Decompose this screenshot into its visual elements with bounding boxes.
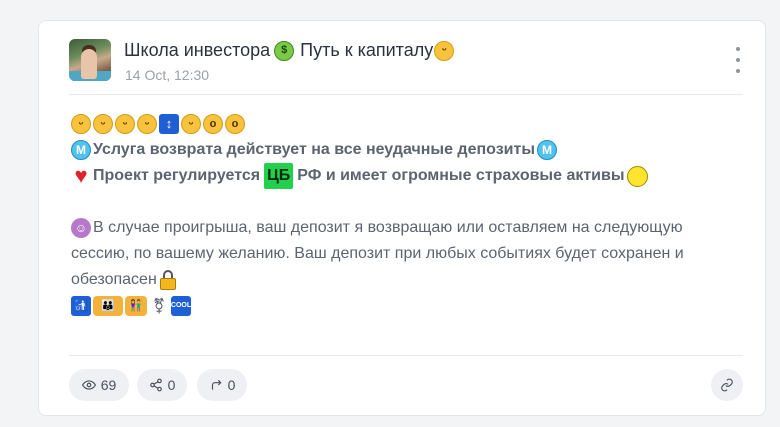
content-line-3: ♥ Проект регулируется ЦБ РФ и имеет огро… bbox=[71, 163, 735, 189]
yum-face-icon: ᵕ bbox=[434, 40, 455, 61]
emoji-line-last: 🚮 👪 👫 ⚧ COOL bbox=[71, 293, 735, 319]
channel-title[interactable]: Школа инвестора $ Путь к капиталу ᵕ bbox=[124, 40, 456, 61]
post-content: ᵕ ᵕ ᵕ ᵕ ↕ ᵕ o o M Услуга возврата действ… bbox=[71, 111, 735, 319]
frowning-face-icon: o bbox=[225, 114, 245, 134]
family-icon: 👪 bbox=[93, 296, 123, 316]
forward-arrow-icon bbox=[211, 379, 222, 390]
forward-button[interactable]: 0 bbox=[197, 369, 247, 401]
footer-divider bbox=[69, 355, 743, 356]
transgender-symbol-icon: ⚧ bbox=[152, 297, 166, 315]
yum-face-icon: ᵕ bbox=[181, 114, 201, 134]
more-vertical-icon[interactable] bbox=[731, 47, 745, 73]
channel-avatar[interactable] bbox=[69, 39, 111, 81]
circled-m-icon: M bbox=[536, 140, 557, 160]
views-counter[interactable]: 69 bbox=[69, 369, 129, 401]
channel-title-part1: Школа инвестора bbox=[124, 40, 271, 60]
couple-icon: 👫 bbox=[125, 296, 147, 316]
person-gesturing-icon: ☺ bbox=[71, 218, 91, 238]
red-heart-icon: ♥ bbox=[74, 163, 88, 188]
post-card: Школа инвестора $ Путь к капиталу ᵕ 14 O… bbox=[38, 20, 766, 416]
post-timestamp: 14 Oct, 12:30 bbox=[125, 67, 210, 83]
regulation-text-after: РФ и имеет огромные страховые активы bbox=[297, 167, 625, 184]
content-paragraph: ☺ В случае проигрыша, ваш депозит я возвр… bbox=[71, 215, 735, 293]
refund-text: Услуга возврата действует на все неудачн… bbox=[93, 141, 535, 158]
grinning-face-icon: ᵕ bbox=[71, 114, 91, 134]
open-mouth-face-icon: o bbox=[203, 114, 223, 134]
post-footer: 69 0 0 bbox=[69, 369, 743, 401]
header-divider bbox=[69, 94, 743, 95]
smiley-face-icon: ᵕ bbox=[93, 114, 113, 134]
forwards-count: 0 bbox=[227, 377, 236, 393]
channel-title-part2: Путь к капиталу bbox=[300, 40, 434, 60]
litter-bin-icon: 🚮 bbox=[71, 296, 91, 316]
cb-highlight: ЦБ bbox=[264, 163, 294, 189]
circled-m-icon: M bbox=[71, 140, 91, 160]
lock-icon bbox=[159, 269, 177, 290]
post-header: Школа инвестора $ Путь к капиталу ᵕ 14 O… bbox=[69, 37, 745, 85]
content-line-2: M Услуга возврата действует на все неуда… bbox=[71, 137, 735, 163]
grin-face-icon: ᵕ bbox=[115, 114, 135, 134]
eye-icon bbox=[81, 380, 96, 390]
shares-count: 0 bbox=[167, 377, 176, 393]
views-count: 69 bbox=[100, 377, 117, 393]
cool-button-icon: COOL bbox=[171, 296, 191, 316]
slight-smile-face-icon: ᵕ bbox=[137, 114, 157, 134]
copy-link-button[interactable] bbox=[711, 369, 743, 401]
money-mouth-face-icon: $ bbox=[274, 40, 295, 61]
link-icon bbox=[721, 378, 733, 392]
share-nodes-icon bbox=[149, 378, 162, 392]
regulation-text-before: Проект регулируется bbox=[93, 167, 261, 184]
yellow-circle-icon bbox=[626, 165, 648, 187]
up-down-arrow-icon: ↕ bbox=[159, 114, 179, 134]
share-button[interactable]: 0 bbox=[137, 369, 187, 401]
emoji-line-1: ᵕ ᵕ ᵕ ᵕ ↕ ᵕ o o bbox=[71, 111, 735, 137]
